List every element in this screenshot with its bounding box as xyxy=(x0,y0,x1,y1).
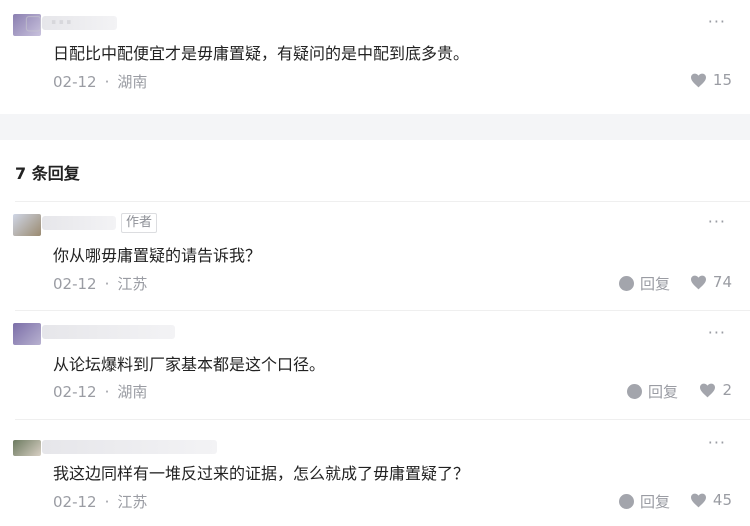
avatar[interactable] xyxy=(13,440,41,456)
meta-separator: · xyxy=(104,275,110,293)
comment-meta: 02-12 · 湖南 xyxy=(53,71,147,92)
section-divider xyxy=(0,114,750,140)
like-button[interactable]: 45 xyxy=(690,491,732,509)
reply-bubble-icon xyxy=(627,384,642,399)
like-count: 2 xyxy=(722,381,732,399)
meta-separator: · xyxy=(104,493,110,511)
reply-item: ··· 我这边同样有一堆反过来的证据，怎么就成了毋庸置疑了？ 02-12 · 江苏 … xyxy=(0,420,750,526)
heart-icon xyxy=(690,73,706,87)
avatar[interactable] xyxy=(13,323,41,345)
reply-meta: 02-12 · 江苏 xyxy=(53,273,147,294)
reply-location: 江苏 xyxy=(117,493,148,511)
like-count: 15 xyxy=(712,71,732,89)
reply-text: 从论坛爆料到厂家基本都是这个口径。 xyxy=(53,355,326,374)
more-icon[interactable]: ··· xyxy=(708,214,726,230)
comment-date: 02-12 xyxy=(53,73,97,91)
reply-date: 02-12 xyxy=(53,383,97,401)
like-button[interactable]: 2 xyxy=(699,381,732,399)
reply-label: 回复 xyxy=(640,275,671,293)
reply-text: 你从哪毋庸置疑的请告诉我？ xyxy=(53,246,262,265)
meta-separator: · xyxy=(104,73,110,91)
reply-location: 湖南 xyxy=(117,383,148,401)
reply-item: 作者 ··· 你从哪毋庸置疑的请告诉我？ 02-12 · 江苏 回复 74 xyxy=(0,202,750,310)
reply-button[interactable]: 回复 xyxy=(619,491,670,512)
reply-label: 回复 xyxy=(640,493,671,511)
author-name[interactable] xyxy=(42,440,217,454)
author-name[interactable] xyxy=(42,325,175,339)
comment-text: 日配比中配便宜才是毋庸置疑，有疑问的是中配到底多贵。 xyxy=(53,44,470,63)
like-button[interactable]: 74 xyxy=(690,273,732,291)
reply-meta: 02-12 · 江苏 xyxy=(53,491,147,512)
reply-bubble-icon xyxy=(619,494,634,509)
author-badge: 作者 xyxy=(121,213,158,233)
like-button[interactable]: 15 xyxy=(690,71,732,89)
like-count: 45 xyxy=(712,491,732,509)
reply-location: 江苏 xyxy=(117,275,148,293)
author-name[interactable] xyxy=(42,216,116,230)
avatar[interactable] xyxy=(13,214,41,236)
more-icon[interactable]: ··· xyxy=(708,14,726,30)
reply-meta: 02-12 · 湖南 xyxy=(53,381,147,402)
reply-button[interactable]: 回复 xyxy=(627,381,678,402)
reply-date: 02-12 xyxy=(53,275,97,293)
heart-icon xyxy=(690,493,706,507)
reply-bubble-icon xyxy=(619,276,634,291)
reply-text: 我这边同样有一堆反过来的证据，怎么就成了毋庸置疑了？ xyxy=(53,464,470,483)
comment-location: 湖南 xyxy=(117,73,148,91)
heart-icon xyxy=(700,383,716,397)
more-icon[interactable]: ··· xyxy=(708,435,726,451)
reply-date: 02-12 xyxy=(53,493,97,511)
like-count: 74 xyxy=(712,273,732,291)
reply-label: 回复 xyxy=(648,383,679,401)
top-comment: ▢ ··· ··· 日配比中配便宜才是毋庸置疑，有疑问的是中配到底多贵。 02-… xyxy=(0,0,750,114)
meta-separator: · xyxy=(104,383,110,401)
reply-item: ··· 从论坛爆料到厂家基本都是这个口径。 02-12 · 湖南 回复 2 xyxy=(0,311,750,419)
more-icon[interactable]: ··· xyxy=(708,325,726,341)
replies-count-title: 7 条回复 xyxy=(15,164,80,183)
reply-button[interactable]: 回复 xyxy=(619,273,670,294)
heart-icon xyxy=(690,275,706,289)
